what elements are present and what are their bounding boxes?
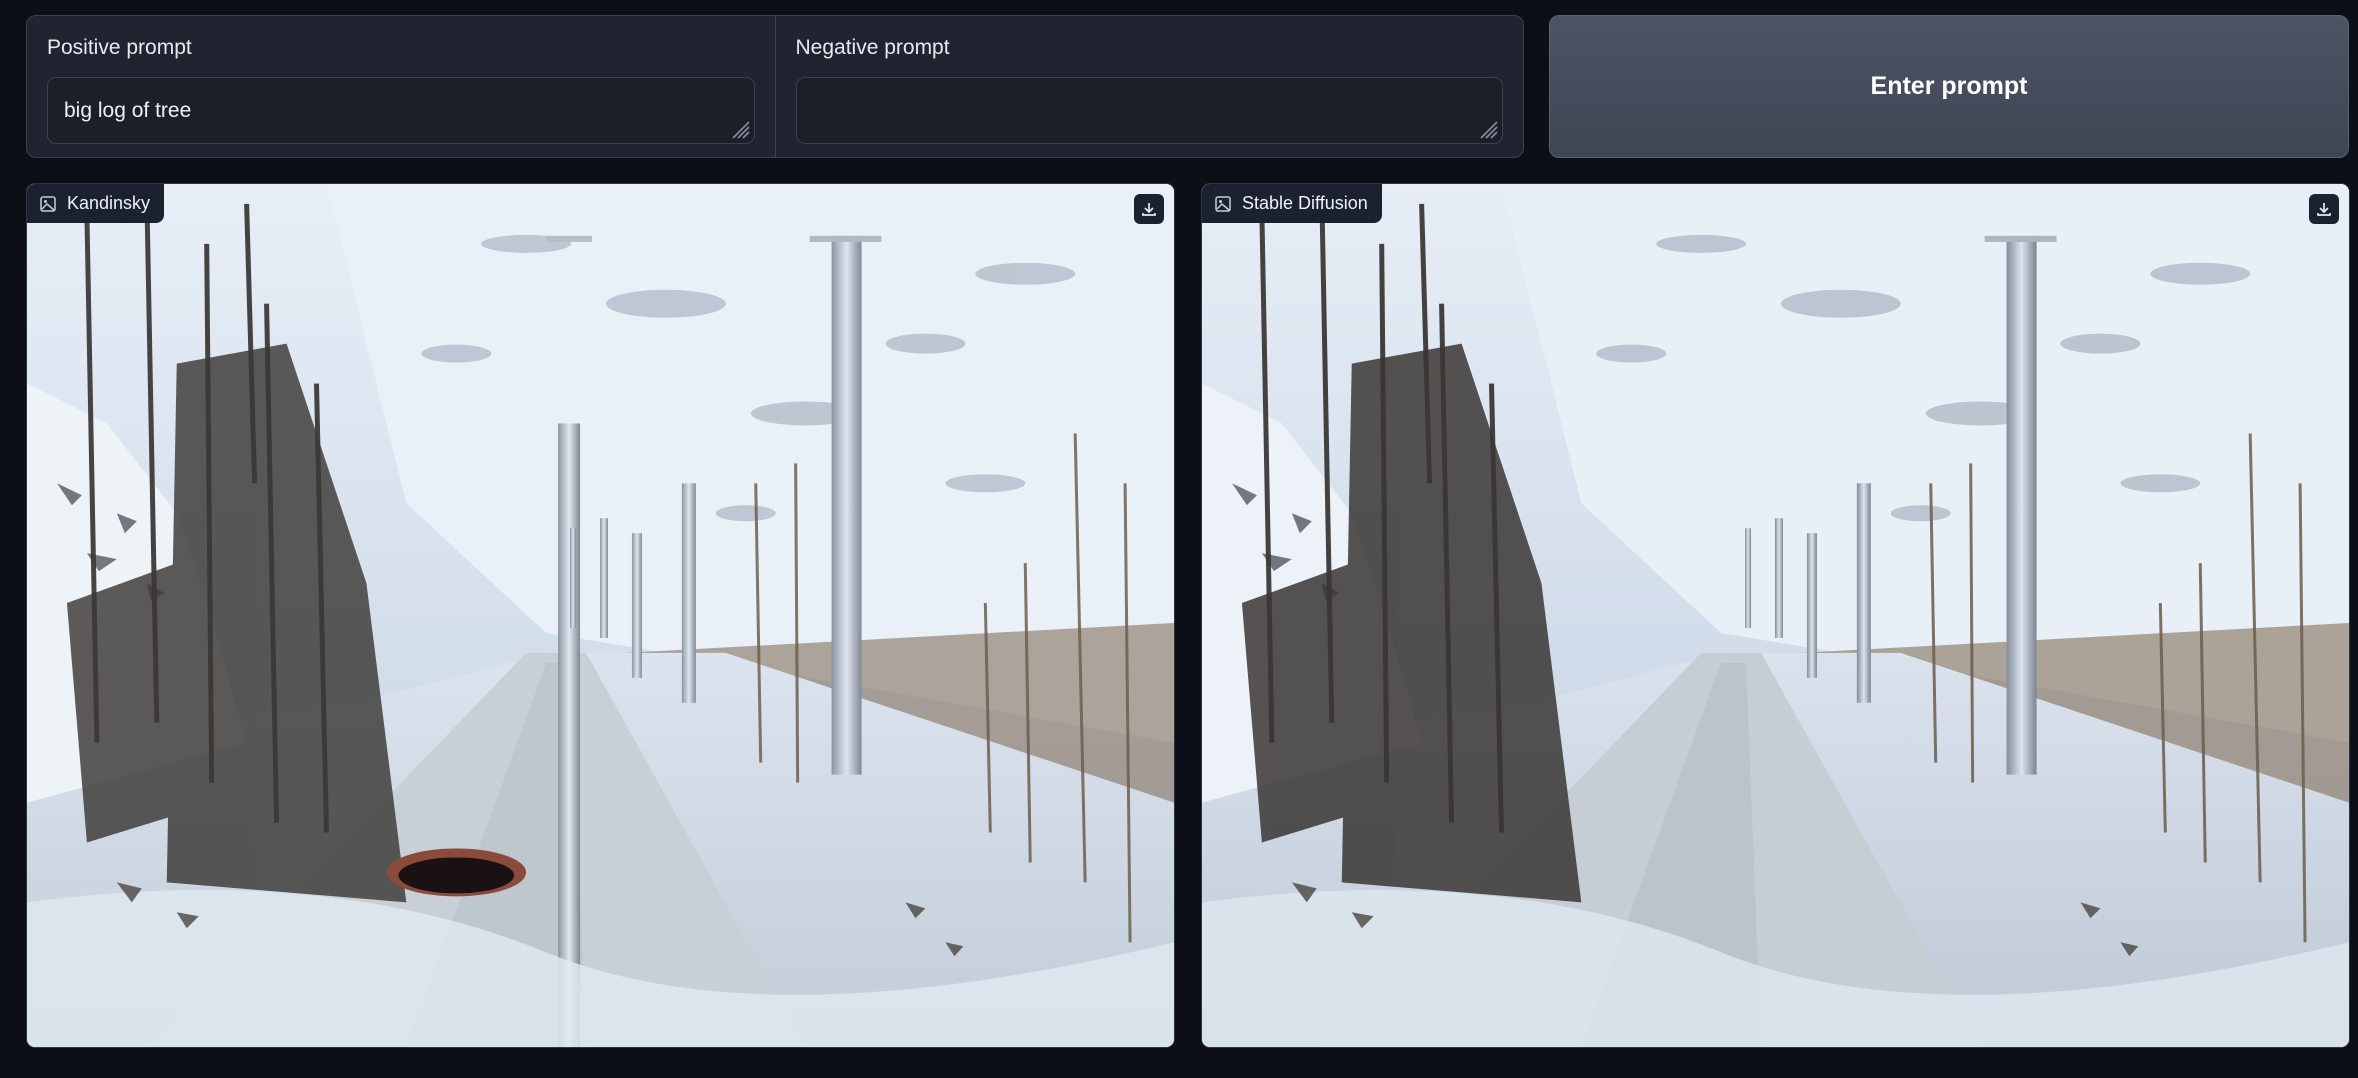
kandinsky-label: Kandinsky [27, 184, 165, 223]
kandinsky-download-button[interactable] [1134, 194, 1164, 224]
stable-diffusion-label: Stable Diffusion [1202, 184, 1382, 223]
stable-diffusion-generated-image [1202, 184, 2349, 1047]
resize-grip-icon[interactable] [1475, 116, 1499, 140]
negative-prompt-input[interactable] [812, 78, 1486, 143]
image-icon [1215, 195, 1231, 212]
kandinsky-label-text: Kandinsky [67, 193, 151, 213]
positive-prompt-field-wrapper: big log of tree [47, 77, 755, 144]
positive-prompt-label: Positive prompt [47, 36, 192, 59]
stable-diffusion-download-button[interactable] [2309, 194, 2339, 224]
stable-diffusion-label-text: Stable Diffusion [1242, 193, 1368, 213]
kandinsky-generated-image [27, 184, 1174, 1047]
image-icon [40, 195, 56, 212]
resize-grip-icon[interactable] [727, 116, 751, 140]
kandinsky-output-panel: Kandinsky [26, 183, 1175, 1048]
enter-prompt-button[interactable]: Enter prompt [1549, 15, 2349, 158]
positive-prompt-input[interactable]: big log of tree [64, 78, 738, 143]
download-icon [2317, 203, 2331, 216]
negative-prompt-label: Negative prompt [795, 36, 950, 59]
positive-prompt-group: Positive prompt big log of tree [27, 16, 775, 157]
prompt-panel: Positive prompt big log of tree Negative… [26, 15, 1524, 158]
download-icon [1142, 203, 1156, 216]
negative-prompt-field-wrapper [795, 77, 1503, 144]
negative-prompt-group: Negative prompt [774, 16, 1524, 157]
stable-diffusion-output-panel: Stable Diffusion [1201, 183, 2350, 1048]
